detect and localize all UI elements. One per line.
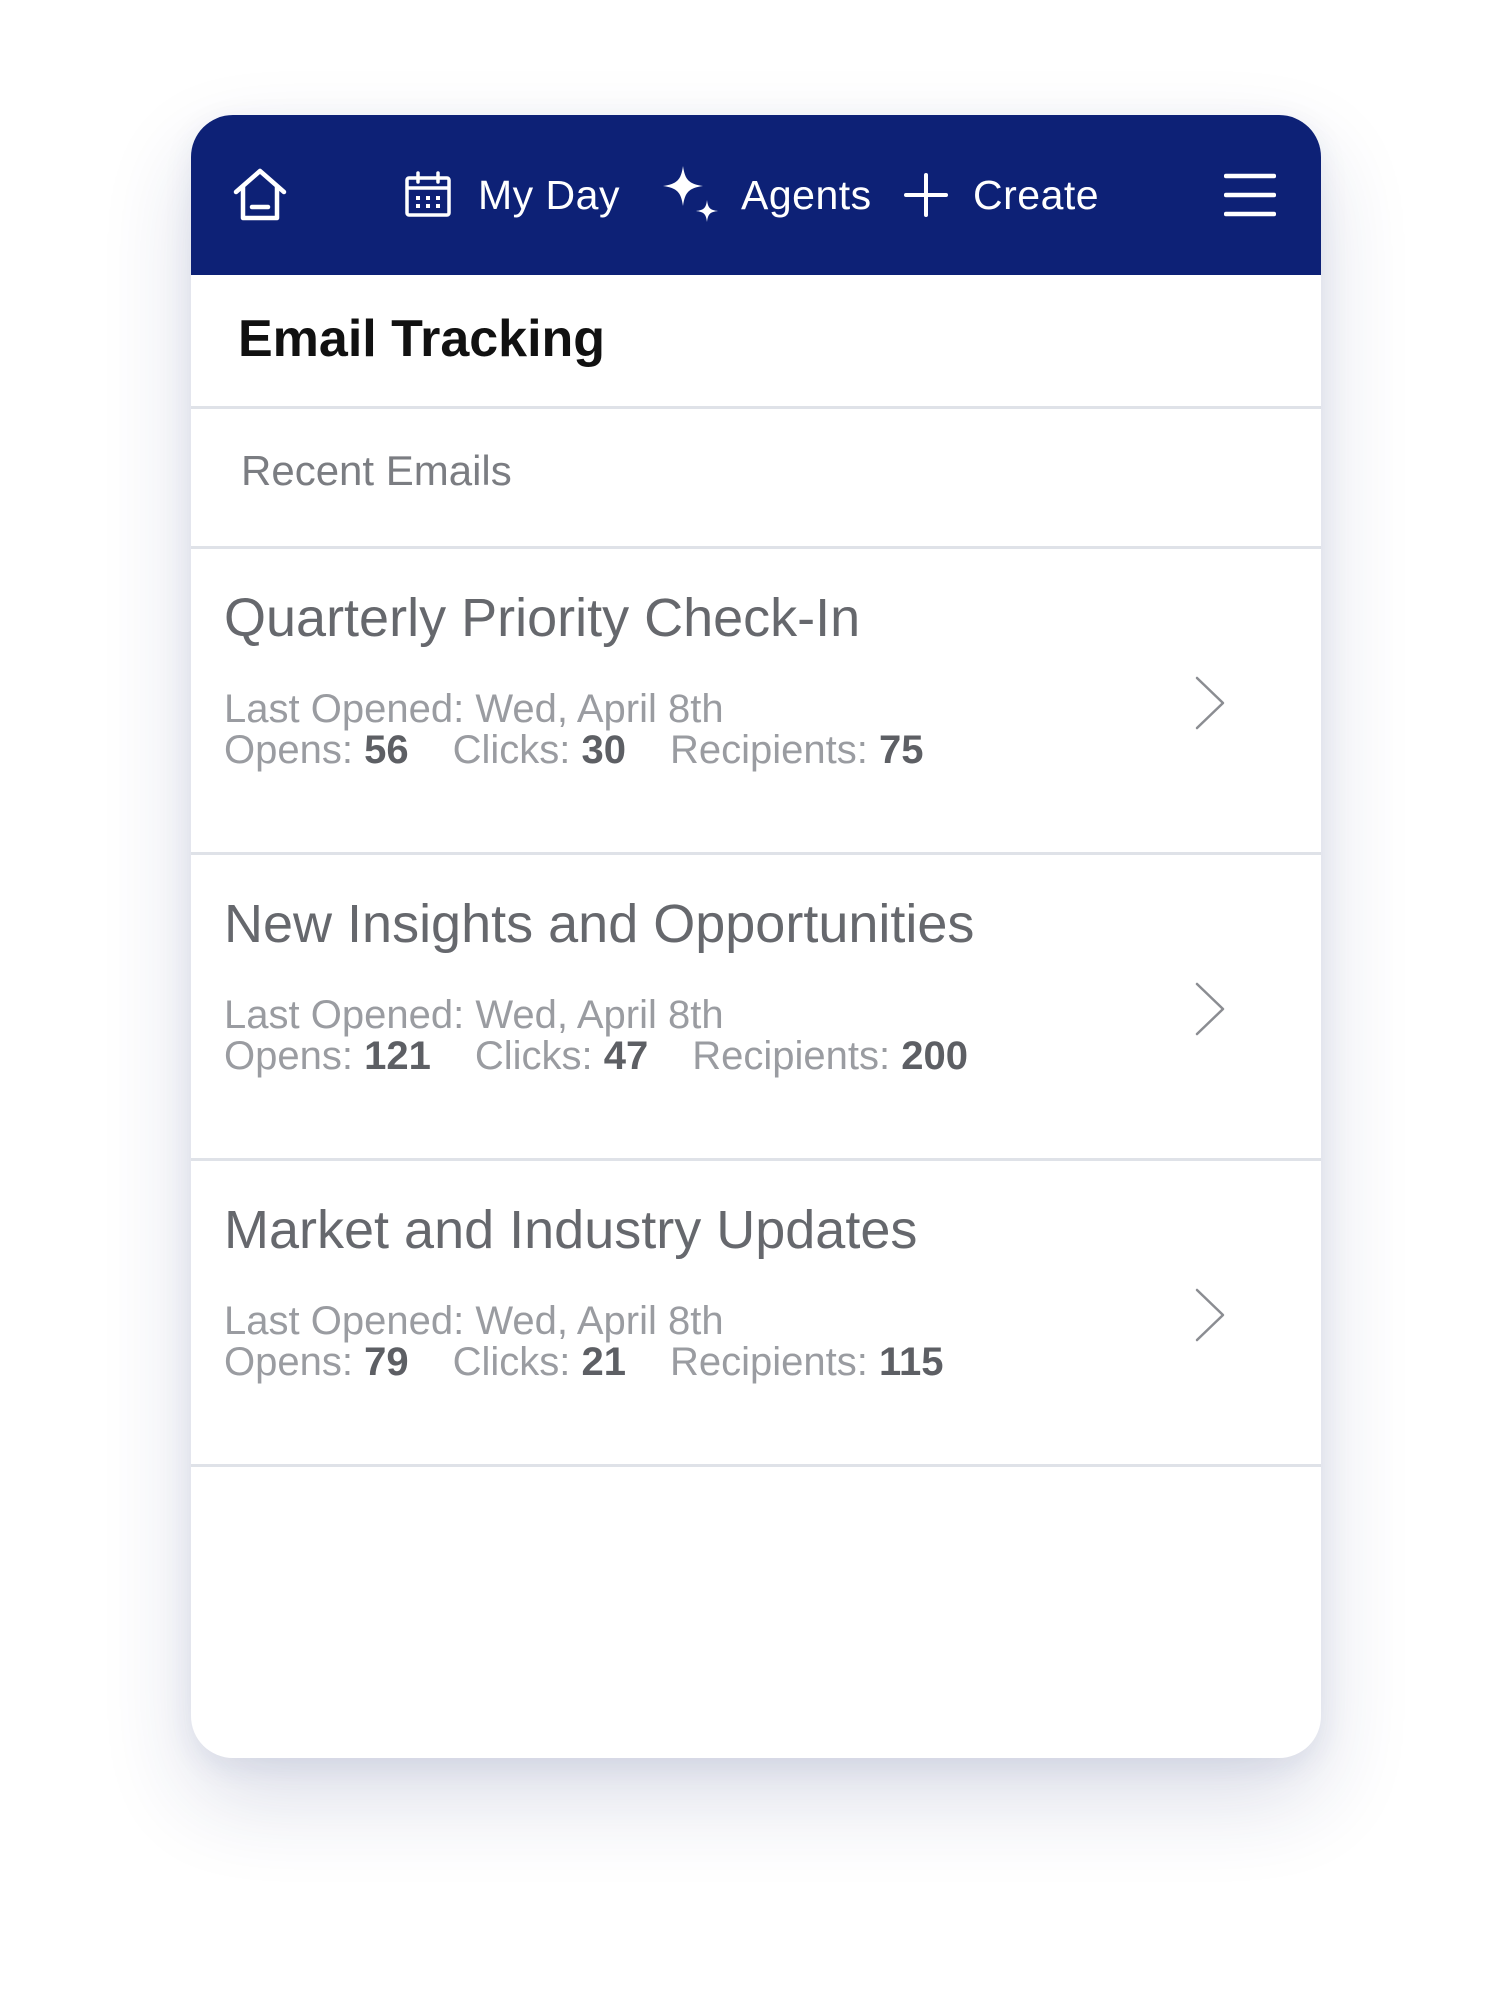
nav-create[interactable]: Create bbox=[903, 115, 1099, 275]
clicks-value: 21 bbox=[581, 1340, 627, 1384]
email-list-item[interactable]: New Insights and Opportunities Last Open… bbox=[191, 855, 1321, 1161]
clicks-label: Clicks: bbox=[452, 1340, 571, 1384]
clicks-label: Clicks: bbox=[474, 1034, 593, 1078]
last-opened-value: Wed, April 8th bbox=[475, 1299, 724, 1343]
stats-line: Opens: 56 Clicks: 30 Recipients: 75 bbox=[224, 730, 968, 771]
chevron-right-icon bbox=[1194, 1287, 1226, 1348]
clicks-stat: Clicks: 21 bbox=[453, 1340, 626, 1384]
clicks-stat: Clicks: 30 bbox=[453, 728, 626, 772]
last-opened-line: Last Opened: Wed, April 8th bbox=[224, 995, 1012, 1036]
recipients-value: 115 bbox=[879, 1340, 944, 1384]
last-opened-value: Wed, April 8th bbox=[475, 687, 724, 731]
email-meta: Last Opened: Wed, April 8th Opens: 79 Cli… bbox=[224, 1301, 988, 1383]
clicks-value: 30 bbox=[581, 728, 627, 772]
recipients-stat: Recipients: 115 bbox=[670, 1340, 944, 1384]
calendar-icon bbox=[404, 171, 452, 219]
recipients-label: Recipients: bbox=[692, 1034, 891, 1078]
chevron-right-icon bbox=[1194, 981, 1226, 1042]
email-meta: Last Opened: Wed, April 8th Opens: 121 Cl… bbox=[224, 995, 1012, 1077]
email-list-item[interactable]: Market and Industry Updates Last Opened:… bbox=[191, 1161, 1321, 1467]
nav-agents-label: Agents bbox=[741, 171, 872, 218]
opens-stat: Opens: 121 bbox=[224, 1034, 431, 1078]
recipients-stat: Recipients: 75 bbox=[670, 728, 924, 772]
opens-label: Opens: bbox=[224, 1034, 353, 1078]
recipients-label: Recipients: bbox=[670, 1340, 868, 1384]
section-header: Recent Emails bbox=[191, 409, 1321, 549]
email-subject: Quarterly Priority Check-In bbox=[224, 588, 861, 648]
chevron-right-icon bbox=[1194, 675, 1226, 736]
page-title: Email Tracking bbox=[238, 310, 606, 368]
opens-value: 79 bbox=[364, 1340, 409, 1384]
last-opened-value: Wed, April 8th bbox=[475, 993, 724, 1037]
nav-my-day[interactable]: My Day bbox=[404, 115, 620, 275]
opens-stat: Opens: 79 bbox=[224, 1340, 409, 1384]
plus-icon bbox=[903, 172, 949, 218]
recipients-value: 200 bbox=[901, 1034, 968, 1078]
nav-create-label: Create bbox=[973, 171, 1100, 218]
last-opened-label: Last Opened: bbox=[224, 993, 465, 1037]
home-icon bbox=[231, 166, 289, 224]
email-subject: Market and Industry Updates bbox=[224, 1200, 918, 1260]
opens-value: 121 bbox=[364, 1034, 431, 1078]
opens-value: 56 bbox=[364, 728, 409, 772]
sparkle-icon bbox=[657, 162, 723, 228]
app-card: My Day Agents Create Email Tracking Rece… bbox=[191, 115, 1321, 1758]
hamburger-menu-icon bbox=[1224, 171, 1276, 219]
clicks-stat: Clicks: 47 bbox=[475, 1034, 648, 1078]
opens-label: Opens: bbox=[224, 728, 353, 772]
top-nav-bar: My Day Agents Create bbox=[191, 115, 1321, 275]
home-button[interactable] bbox=[231, 115, 289, 275]
stats-line: Opens: 121 Clicks: 47 Recipients: 200 bbox=[224, 1036, 1012, 1077]
stats-line: Opens: 79 Clicks: 21 Recipients: 115 bbox=[224, 1342, 988, 1383]
last-opened-line: Last Opened: Wed, April 8th bbox=[224, 689, 968, 730]
clicks-label: Clicks: bbox=[452, 728, 571, 772]
recipients-value: 75 bbox=[879, 728, 924, 772]
last-opened-label: Last Opened: bbox=[224, 687, 465, 731]
nav-agents[interactable]: Agents bbox=[657, 115, 872, 275]
menu-button[interactable] bbox=[1224, 115, 1276, 275]
opens-stat: Opens: 56 bbox=[224, 728, 409, 772]
email-subject: New Insights and Opportunities bbox=[224, 894, 975, 954]
nav-my-day-label: My Day bbox=[478, 171, 620, 218]
page-header: Email Tracking bbox=[191, 275, 1321, 409]
last-opened-label: Last Opened: bbox=[224, 1299, 465, 1343]
recipients-label: Recipients: bbox=[670, 728, 868, 772]
email-list-item[interactable]: Quarterly Priority Check-In Last Opened:… bbox=[191, 549, 1321, 855]
last-opened-line: Last Opened: Wed, April 8th bbox=[224, 1301, 988, 1342]
opens-label: Opens: bbox=[224, 1340, 353, 1384]
clicks-value: 47 bbox=[603, 1034, 649, 1078]
section-label: Recent Emails bbox=[241, 447, 512, 494]
recipients-stat: Recipients: 200 bbox=[692, 1034, 968, 1078]
email-meta: Last Opened: Wed, April 8th Opens: 56 Cli… bbox=[224, 689, 968, 771]
